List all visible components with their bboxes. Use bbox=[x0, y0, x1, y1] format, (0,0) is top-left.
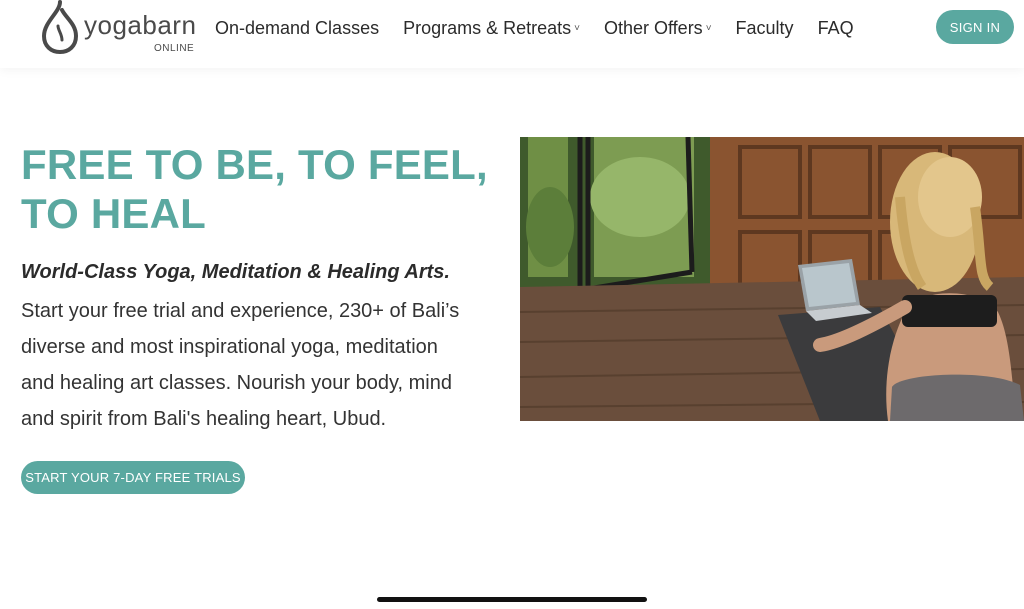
chevron-down-icon: ˅ bbox=[574, 22, 580, 34]
sign-in-button[interactable]: SIGN IN bbox=[936, 10, 1014, 44]
nav-item-on-demand-classes[interactable]: On-demand Classes bbox=[215, 18, 379, 39]
nav-item-faculty[interactable]: Faculty bbox=[736, 18, 794, 39]
hero-description: Start your free trial and experience, 23… bbox=[21, 293, 501, 437]
nav-item-other-offers[interactable]: Other Offers ˅ bbox=[604, 18, 712, 39]
hero-title-line: TO HEAL bbox=[21, 190, 206, 237]
hero-photo-woman-meditating bbox=[520, 137, 1024, 421]
hero-subtitle: World-Class Yoga, Meditation & Healing A… bbox=[21, 261, 450, 283]
site-header: yogabarn ONLINE On-demand Classes Progra… bbox=[0, 0, 1024, 68]
hero-description-line: and spirit from Bali's healing heart, Ub… bbox=[21, 408, 387, 430]
brand-name: yogabarn bbox=[84, 10, 197, 40]
main-nav: On-demand Classes Programs & Retreats ˅ … bbox=[215, 16, 878, 40]
start-free-trial-button[interactable]: START YOUR 7-DAY FREE TRIALS bbox=[21, 461, 245, 494]
water-drop-icon bbox=[41, 0, 79, 54]
nav-item-label: FAQ bbox=[817, 17, 854, 38]
home-indicator[interactable] bbox=[377, 597, 647, 602]
nav-item-programs-retreats[interactable]: Programs & Retreats ˅ bbox=[403, 18, 580, 39]
nav-item-label: Other Offers bbox=[603, 17, 703, 38]
nav-item-faq[interactable]: FAQ bbox=[818, 18, 854, 39]
chevron-down-icon: ˅ bbox=[705, 22, 712, 34]
hero-title: FREE TO BE, TO FEEL, TO HEAL bbox=[21, 140, 491, 238]
nav-item-label: Faculty bbox=[735, 17, 794, 38]
yogabarn-logo[interactable]: yogabarn ONLINE bbox=[40, 0, 200, 60]
hero-title-line: FREE TO BE, TO FEEL, bbox=[21, 141, 488, 188]
nav-item-label: Programs & Retreats bbox=[403, 17, 572, 38]
brand-tagline: ONLINE bbox=[154, 43, 195, 54]
nav-item-label: On-demand Classes bbox=[215, 17, 380, 38]
hero-description-line: Start your free trial and experience, 23… bbox=[21, 300, 460, 322]
hero-description-line: diverse and most inspirational yoga, med… bbox=[21, 336, 438, 358]
hero-description-line: and healing art classes. Nourish your bo… bbox=[21, 372, 452, 394]
